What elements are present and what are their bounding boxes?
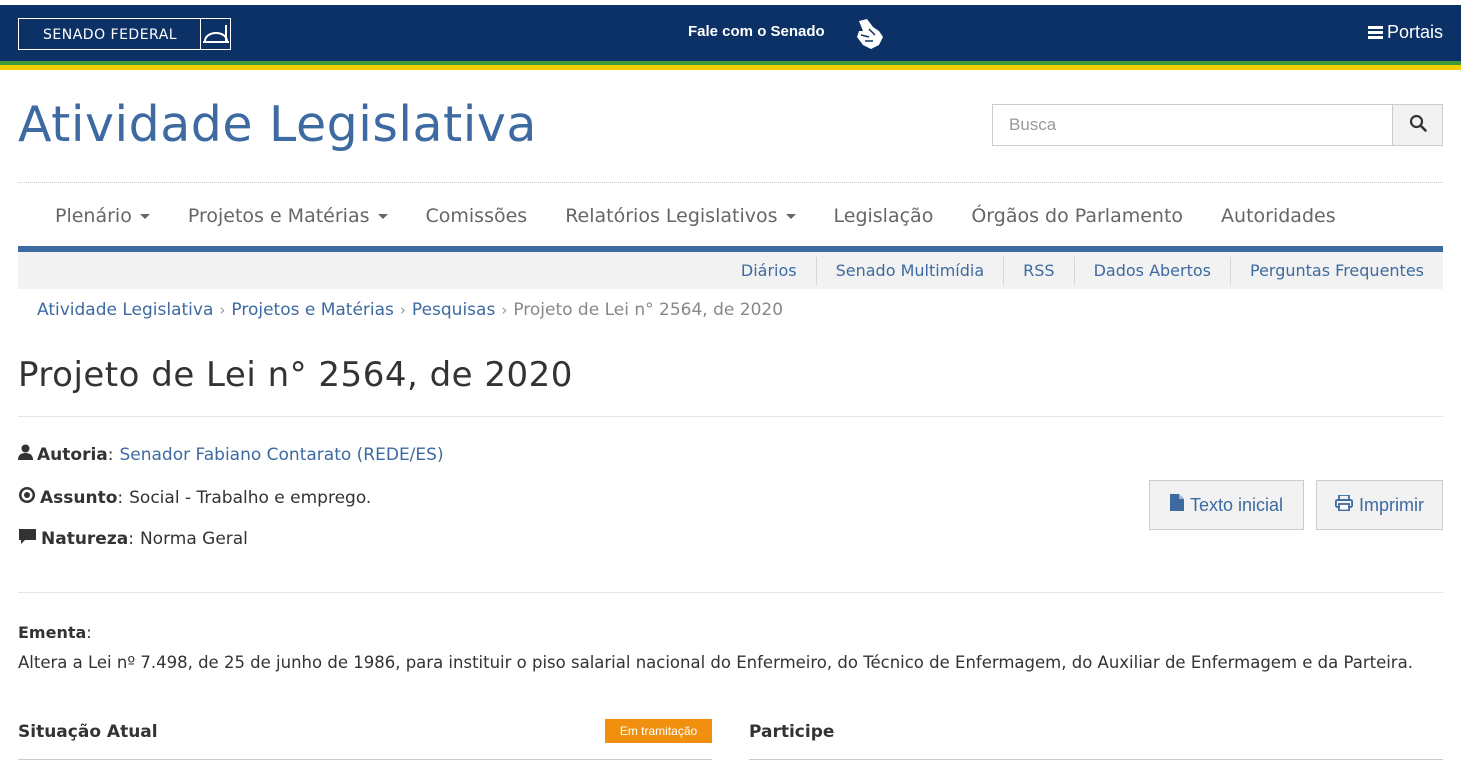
subnav-rss[interactable]: RSS <box>1003 256 1073 285</box>
caret-down-icon <box>377 213 388 219</box>
search-button[interactable] <box>1392 105 1442 145</box>
senado-logo[interactable]: SENADO FEDERAL <box>18 18 231 50</box>
nav-item-label: Plenário <box>55 205 132 227</box>
search-bar <box>992 104 1443 146</box>
site-title[interactable]: Atividade Legislativa <box>18 96 537 153</box>
sub-nav: Diários Senado Multimídia RSS Dados Aber… <box>18 252 1443 289</box>
breadcrumb-separator: › <box>501 301 508 319</box>
autoria-label: Autoria <box>37 444 108 465</box>
nav-item-label: Projetos e Matérias <box>187 205 370 227</box>
situacao-divider <box>18 759 712 760</box>
nav-divider <box>18 182 1443 183</box>
autoria-row: Autoria: Senador Fabiano Contarato (REDE… <box>18 444 444 465</box>
search-input[interactable] <box>993 105 1392 145</box>
breadcrumb-separator: › <box>219 301 226 319</box>
user-icon <box>18 444 33 465</box>
dot-circle-icon <box>18 486 36 509</box>
subnav-senado-multimidia[interactable]: Senado Multimídia <box>815 256 1004 285</box>
search-icon <box>1409 114 1427 136</box>
portais-label: Portais <box>1386 22 1443 42</box>
nav-item-label: Comissões <box>425 205 528 227</box>
imprimir-button[interactable]: Imprimir <box>1316 480 1443 530</box>
assunto-label: Assunto <box>40 487 118 508</box>
subnav-dados-abertos[interactable]: Dados Abertos <box>1073 256 1230 285</box>
nav-item-label: Autoridades <box>1221 205 1336 227</box>
imprimir-label: Imprimir <box>1359 494 1424 515</box>
nav-item-label: Legislação <box>833 205 934 227</box>
nav-item-autoridades[interactable]: Autoridades <box>1202 196 1355 236</box>
natureza-value: Norma Geral <box>139 529 248 549</box>
fale-com-o-senado-link[interactable]: Fale com o Senado <box>688 23 825 40</box>
texto-inicial-label: Texto inicial <box>1189 494 1284 515</box>
natureza-label: Natureza <box>41 529 129 549</box>
subnav-perguntas-frequentes[interactable]: Perguntas Frequentes <box>1230 256 1443 285</box>
breadcrumb-separator: › <box>399 301 406 319</box>
autoria-value-link[interactable]: Senador Fabiano Contarato (REDE/ES) <box>119 445 443 465</box>
participe-divider <box>749 759 1443 760</box>
situacao-atual-heading: Situação Atual <box>18 722 158 742</box>
texto-inicial-button[interactable]: Texto inicial <box>1149 480 1304 530</box>
nav-item-label: Órgãos do Parlamento <box>971 205 1184 227</box>
breadcrumb-current: Projeto de Lei n° 2564, de 2020 <box>513 300 784 320</box>
nav-item-label: Relatórios Legislativos <box>565 205 778 227</box>
comment-icon <box>18 528 37 550</box>
breadcrumb: Atividade Legislativa › Projetos e Matér… <box>37 300 783 320</box>
nav-item-comissoes[interactable]: Comissões <box>407 196 547 236</box>
print-icon <box>1334 493 1354 516</box>
ementa-heading: Ementa: <box>18 623 92 642</box>
natureza-row: Natureza: Norma Geral <box>18 528 248 550</box>
logo-text: SENADO FEDERAL <box>43 27 178 43</box>
info-divider <box>18 592 1443 593</box>
breadcrumb-atividade-legislativa[interactable]: Atividade Legislativa <box>37 300 213 320</box>
portais-menu-button[interactable]: Portais <box>1367 22 1443 43</box>
assunto-row: Assunto: Social - Trabalho e emprego. <box>18 486 371 509</box>
status-badge: Em tramitação <box>605 719 712 743</box>
top-bar: SENADO FEDERAL Fale com o Senado Portais <box>0 0 1461 70</box>
page-title: Projeto de Lei n° 2564, de 2020 <box>18 355 573 395</box>
file-icon <box>1169 494 1184 516</box>
breadcrumb-pesquisas[interactable]: Pesquisas <box>412 300 495 320</box>
caret-down-icon <box>139 213 150 219</box>
ementa-label: Ementa <box>18 623 87 642</box>
breadcrumb-projetos-e-materias[interactable]: Projetos e Matérias <box>231 300 394 320</box>
main-nav: Plenário Projetos e Matérias Comissões R… <box>18 196 1443 236</box>
participe-heading: Participe <box>749 722 835 742</box>
subnav-diarios[interactable]: Diários <box>722 257 816 285</box>
caret-down-icon <box>785 213 796 219</box>
sign-language-hands-icon[interactable] <box>849 15 889 55</box>
menu-icon <box>1367 24 1383 41</box>
ementa-text: Altera a Lei nº 7.498, de 25 de junho de… <box>18 653 1413 672</box>
nav-item-plenario[interactable]: Plenário <box>18 196 169 236</box>
congress-emblem-icon <box>200 19 230 49</box>
nav-item-relatorios-legislativos[interactable]: Relatórios Legislativos <box>546 196 814 236</box>
nav-item-legislacao[interactable]: Legislação <box>815 196 953 236</box>
assunto-value: Social - Trabalho e emprego. <box>129 487 372 508</box>
title-divider <box>18 416 1443 417</box>
nav-item-projetos-e-materias[interactable]: Projetos e Matérias <box>169 196 407 236</box>
nav-item-orgaos-do-parlamento[interactable]: Órgãos do Parlamento <box>952 196 1202 236</box>
